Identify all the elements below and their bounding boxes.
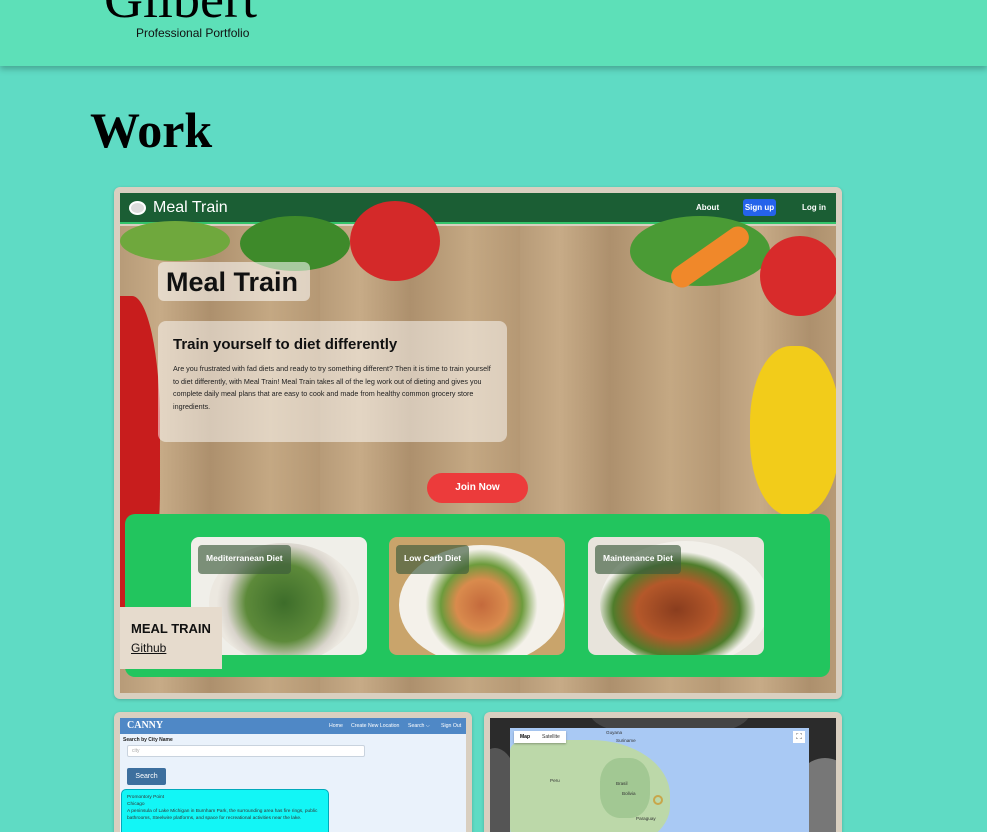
project-title: MEAL TRAIN [131, 621, 211, 636]
map-land [600, 758, 650, 818]
result-city: Chicago [127, 802, 145, 807]
project-screenshot: Meal Train About Sign up Log in Meal Tra… [120, 193, 836, 693]
section-title: Work [90, 102, 213, 158]
vegetable-image [750, 346, 836, 516]
screenshot-brand: CANNY [127, 720, 164, 731]
map-place: Bolivia [622, 791, 636, 796]
project-screenshot: CANNY Home Create New Location Search ⌵ … [120, 718, 466, 832]
map-tab-satellite: Satellite [542, 734, 560, 740]
diet-label: Mediterranean Diet [198, 545, 291, 574]
screenshot-nav-about: About [696, 203, 720, 212]
map-place: Brasil [616, 781, 628, 786]
project-card-canny[interactable]: CANNY Home Create New Location Search ⌵ … [114, 712, 472, 832]
site-tagline: Professional Portfolio [136, 26, 250, 40]
screenshot-join-button: Join Now [427, 473, 528, 503]
github-link[interactable]: Github [131, 641, 166, 655]
project-caption: MEAL TRAIN Github [120, 607, 222, 669]
result-text: A peninsula of Lake Michigan in Burnham … [127, 809, 318, 821]
diet-card-low-carb: Low Carb Diet [389, 537, 565, 655]
screenshot-brand: Meal Train [153, 199, 228, 216]
fullscreen-icon: ⛶ [793, 731, 805, 743]
bowl-logo-icon [129, 201, 146, 215]
diet-card-maintenance: Maintenance Diet [588, 537, 764, 655]
screenshot-hero: Meal Train Train yourself to diet differ… [120, 201, 836, 693]
site-name: Gilbert [104, 0, 257, 26]
screenshot-map: Map Satellite ⛶ Guyana Suriname Brasil B… [510, 728, 809, 832]
screenshot-nav-search: Search ⌵ [408, 723, 430, 729]
screenshot-search-button: Search [127, 768, 166, 785]
vegetable-image [760, 236, 836, 316]
screenshot-nav-create: Create New Location [351, 723, 400, 729]
project-card-map[interactable]: Map Satellite ⛶ Guyana Suriname Brasil B… [484, 712, 842, 832]
site-header: Gilbert Professional Portfolio [0, 0, 987, 66]
map-place: Peru [550, 778, 560, 783]
map-pin-icon [653, 795, 663, 805]
screenshot-nav-home: Home [329, 723, 343, 729]
screenshot-nav-login: Log in [802, 203, 826, 212]
screenshot-intro-heading: Train yourself to diet differently [173, 336, 398, 353]
diet-label: Low Carb Diet [396, 545, 470, 574]
diet-label: Maintenance Diet [595, 545, 681, 574]
project-screenshot: Map Satellite ⛶ Guyana Suriname Brasil B… [490, 718, 836, 832]
screenshot-nav-signout: Sign Out [441, 723, 462, 729]
screenshot-diet-strip: Mediterranean Diet Low Carb Diet Mainten… [125, 514, 830, 677]
map-place: Guyana [606, 730, 623, 735]
screenshot-intro-text: Are you frustrated with fad diets and re… [173, 364, 491, 411]
vegetable-image [120, 221, 230, 261]
screenshot-search-label: Search by City Name [123, 737, 173, 743]
project-card-meal-train[interactable]: Meal Train About Sign up Log in Meal Tra… [114, 187, 842, 699]
map-place: Suriname [616, 738, 636, 743]
vegetable-image [350, 201, 440, 281]
screenshot-navbar: CANNY Home Create New Location Search ⌵ … [120, 718, 466, 734]
map-tab-map: Map [520, 734, 530, 740]
screenshot-result-card: Promontory Point Chicago A peninsula of … [121, 789, 329, 832]
screenshot-nav-signup: Sign up [743, 199, 776, 216]
map-type-tabs: Map Satellite [514, 731, 566, 743]
map-place: Paraguay [636, 816, 656, 821]
result-title: Promontory Point [127, 795, 165, 800]
screenshot-search-input: city [127, 745, 365, 757]
screenshot-hero-title: Meal Train [166, 267, 299, 297]
